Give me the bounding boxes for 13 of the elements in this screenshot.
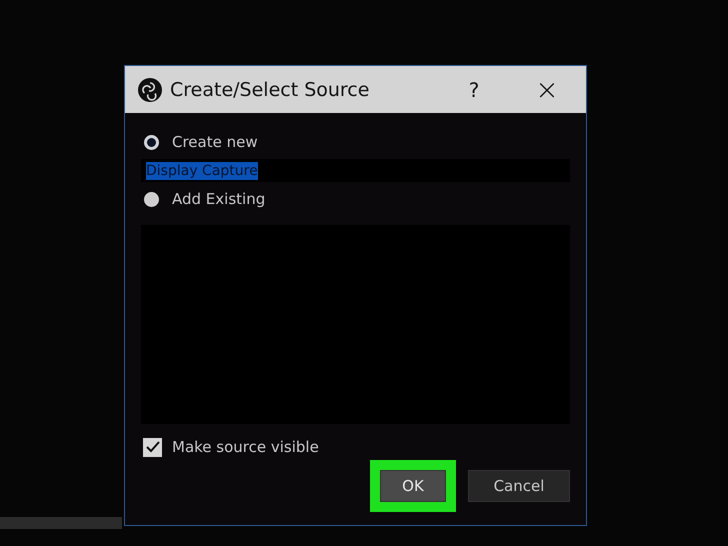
checkbox-label: Make source visible [172,438,319,456]
radio-button[interactable] [144,134,159,150]
logo-icon [138,78,162,102]
help-button[interactable]: ? [454,72,494,108]
radio-label: Add Existing [172,190,266,208]
radio-button[interactable] [144,192,159,206]
close-button[interactable]: × [527,72,567,108]
field-value: Display Capture [146,162,258,180]
radio-label: Create new [172,133,258,151]
window-title: Create/Select Source [170,78,370,100]
ok-button[interactable]: OK [380,470,446,502]
checkbox[interactable] [143,438,162,456]
cancel-button[interactable]: Cancel [468,470,570,502]
